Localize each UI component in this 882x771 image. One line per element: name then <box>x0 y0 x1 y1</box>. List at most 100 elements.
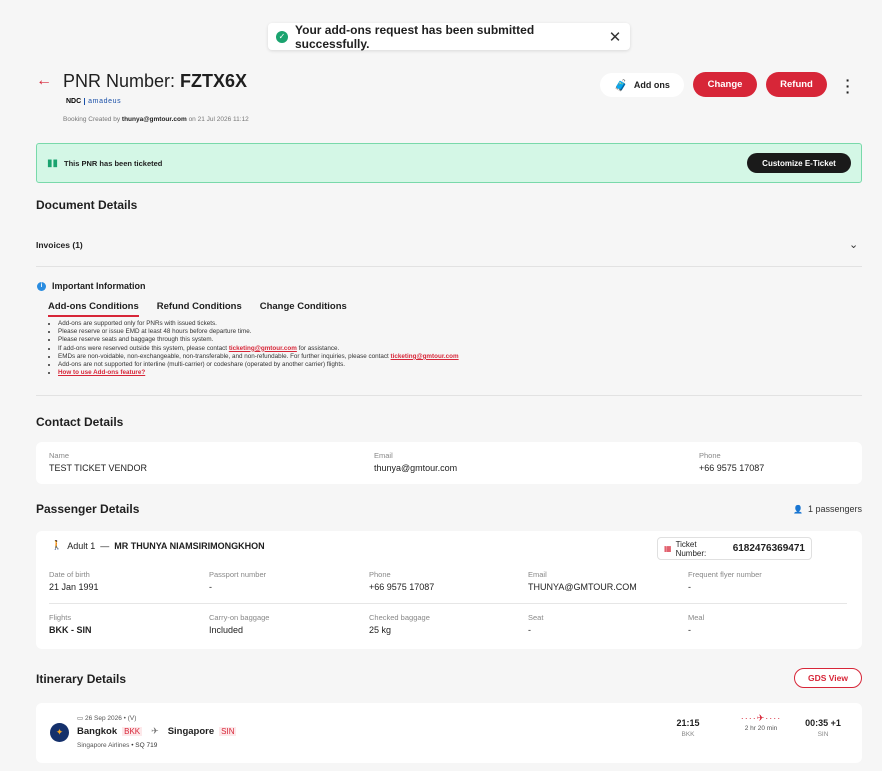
field-label: Phone <box>369 570 391 579</box>
emd-email-link[interactable]: ticketing@gmtour.com <box>391 353 459 360</box>
contact-phone-field: Phone +66 9575 17087 <box>699 451 764 473</box>
contact-email-link[interactable]: ticketing@gmtour.com <box>229 345 297 352</box>
rule-contact-pre: If add-ons were reserved outside this sy… <box>58 344 228 352</box>
created-suffix: on 21 Jul 2026 11:12 <box>188 116 249 123</box>
field-value: thunya@gmtour.com <box>374 463 458 473</box>
ticket-number-badge: ▦ Ticket Number: 6182476369471 <box>657 537 812 560</box>
field-label: Name <box>49 451 70 460</box>
rule-item: Add-ons are supported only for PNRs with… <box>58 320 459 328</box>
close-icon[interactable]: ✕ <box>608 28 622 46</box>
airline-info: Singapore Airlines • SQ 719 <box>77 742 157 749</box>
invoices-toggle[interactable]: Invoices (1) <box>36 240 83 250</box>
rule-item: Please reserve seats and baggage through… <box>58 336 459 344</box>
tab-change-conditions[interactable]: Change Conditions <box>260 301 347 317</box>
ticketed-banner: ▮▮ This PNR has been ticketed Customize … <box>36 143 862 183</box>
success-toast: ✓ Your add-ons request has been submitte… <box>268 22 630 51</box>
gds-view-button[interactable]: GDS View <box>794 668 862 688</box>
arrival-block: 00:35 +1 SIN <box>801 718 845 738</box>
singapore-airlines-logo: ✦ <box>50 723 69 742</box>
addons-label: Add ons <box>633 80 670 90</box>
divider <box>36 266 862 267</box>
change-button[interactable]: Change <box>693 72 757 97</box>
ffn-field: Frequent flyer number - <box>688 570 762 592</box>
booking-created: Booking Created by thunya@gmtour.com on … <box>63 116 249 123</box>
field-label: Seat <box>528 613 544 622</box>
field-value: - <box>688 582 691 592</box>
field-value: 21 Jan 1991 <box>49 582 99 592</box>
howto-link[interactable]: How to use Add-ons feature? <box>58 369 145 376</box>
document-details-title: Document Details <box>36 198 138 212</box>
duration-text: 2 hr 20 min <box>744 725 778 732</box>
ticket-icon: ▮▮ <box>47 157 59 169</box>
rule-item: If add-ons were reserved outside this sy… <box>58 345 459 353</box>
field-value: Included <box>209 625 244 635</box>
field-value: TEST TICKET VENDOR <box>49 463 148 473</box>
field-label: Email <box>528 570 547 579</box>
addons-button[interactable]: 🧳 Add ons <box>600 73 684 97</box>
field-value: +66 9575 17087 <box>699 463 765 473</box>
dash: — <box>100 540 110 551</box>
passenger-details-title: Passenger Details <box>36 502 140 516</box>
arr-airport: SIN <box>817 731 829 738</box>
customize-eticket-button[interactable]: Customize E-Ticket <box>747 153 851 173</box>
luggage-icon: 🧳 <box>614 79 628 92</box>
field-label: Passport number <box>209 570 267 579</box>
flight-route: Bangkok BKK ✈ Singapore SIN <box>77 726 237 737</box>
ticket-number: 6182476369471 <box>732 543 805 554</box>
more-menu-icon[interactable]: · · · <box>842 73 854 99</box>
meal-field: Meal - <box>688 613 704 635</box>
field-label: Frequent flyer number <box>688 570 762 579</box>
rule-contact-post: for assistance. <box>298 344 340 352</box>
contact-card: Name TEST TICKET VENDOR Email thunya@gmt… <box>36 442 862 484</box>
ndc-label: NDC <box>66 98 82 105</box>
departure-block: 21:15 BKK <box>672 718 704 738</box>
dob-field: Date of birth 21 Jan 1991 <box>49 570 99 592</box>
check-circle-icon: ✓ <box>276 30 288 43</box>
pnr-value: FZTX6X <box>180 71 248 91</box>
ticketed-text: This PNR has been ticketed <box>64 158 163 168</box>
divider <box>36 395 862 396</box>
refund-button[interactable]: Refund <box>766 72 827 97</box>
field-value: +66 9575 17087 <box>369 582 435 592</box>
passenger-email-field: Email THUNYA@GMTOUR.COM <box>528 570 637 592</box>
rule-item: How to use Add-ons feature? <box>58 369 459 377</box>
flight-date: ▭ 26 Sep 2026 • (V) <box>77 714 136 722</box>
tab-refund-conditions[interactable]: Refund Conditions <box>157 301 242 317</box>
field-label: Checked baggage <box>369 613 430 622</box>
contact-email-field: Email thunya@gmtour.com <box>374 451 457 473</box>
itinerary-details-title: Itinerary Details <box>36 672 127 686</box>
addons-rules-list: Add-ons are supported only for PNRs with… <box>58 320 459 377</box>
from-city: Bangkok <box>77 726 118 737</box>
carryon-field: Carry-on baggage Included <box>209 613 269 635</box>
field-label: Email <box>374 451 393 460</box>
field-value: - <box>209 582 212 592</box>
amadeus-label: amadeus <box>84 98 121 105</box>
divider <box>49 603 847 604</box>
field-value: THUNYA@GMTOUR.COM <box>528 582 637 592</box>
tab-addons-conditions[interactable]: Add-ons Conditions <box>48 301 139 317</box>
passenger-phone-field: Phone +66 9575 17087 <box>369 570 434 592</box>
rule-emd-pre: EMDs are non-voidable, non-exchangeable,… <box>58 352 389 360</box>
back-arrow-icon[interactable]: ← <box>36 72 52 90</box>
chevron-down-icon[interactable]: ⌄ <box>849 238 858 251</box>
important-info-title: i Important Information <box>37 281 146 291</box>
passenger-count: 👤 1 passengers <box>793 504 862 514</box>
field-value: - <box>528 625 531 635</box>
person-icon: 🚶 <box>51 540 63 550</box>
adult-label: Adult 1 <box>67 540 96 551</box>
dep-time: 21:15 <box>676 718 700 728</box>
contact-name-field: Name TEST TICKET VENDOR <box>49 451 147 473</box>
field-label: Meal <box>688 613 705 622</box>
field-label: Phone <box>699 451 721 460</box>
from-code: BKK <box>122 727 143 736</box>
created-by: thunya@gmtour.com <box>121 116 187 123</box>
flight-date-text: 26 Sep 2026 • (V) <box>84 715 137 722</box>
toast-message: Your add-ons request has been submitted … <box>295 22 535 51</box>
field-value: BKK - SIN <box>49 625 92 635</box>
person-icon: 👤 <box>793 504 803 514</box>
important-title-text: Important Information <box>52 281 146 291</box>
to-code: SIN <box>219 727 237 736</box>
calendar-icon: ▭ <box>77 715 84 722</box>
flight-card[interactable]: ✦ ▭ 26 Sep 2026 • (V) Bangkok BKK ✈ Sing… <box>36 703 862 763</box>
ticket-icon: ▦ <box>664 544 672 553</box>
